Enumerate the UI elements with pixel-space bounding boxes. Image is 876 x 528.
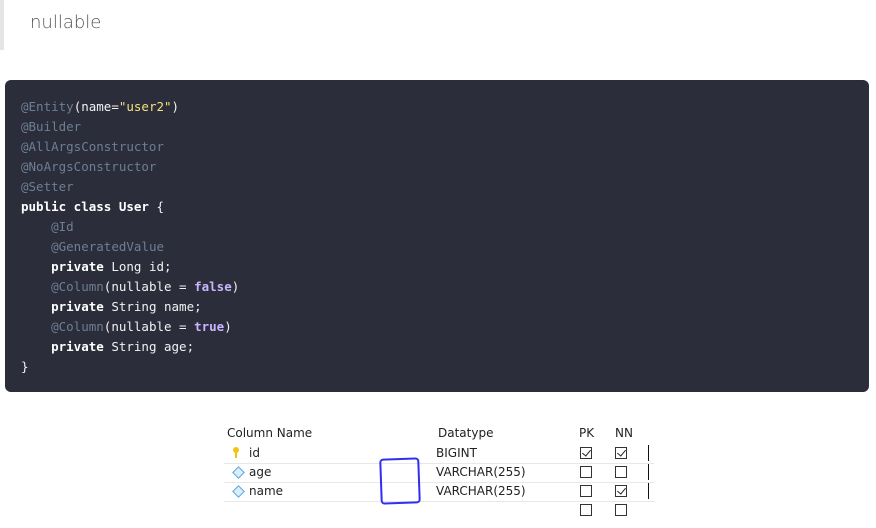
code-token: @NoArgsConstructor [21,159,157,174]
code-line: @GeneratedValue [21,239,164,254]
code-line: @Setter [21,179,74,194]
code-line: @Builder [21,119,81,134]
code-block: @Entity(name="user2") @Builder @AllArgsC… [5,80,869,392]
code-token: true [194,319,225,334]
key-icon [233,447,239,458]
code-content: @Entity(name="user2") @Builder @AllArgsC… [21,97,239,377]
diamond-icon [232,466,245,479]
code-token: @Builder [21,119,82,134]
nn-highlight-annotation [379,457,421,505]
code-token: (nullable = [103,279,195,294]
code-token: private [51,259,104,274]
code-line: private String name; [21,299,202,314]
column-divider [648,483,649,499]
code-token: @Id [51,219,74,234]
nn-checkbox[interactable] [615,504,627,516]
table-row[interactable]: name VARCHAR(255) [224,482,654,501]
code-token: @Entity [21,99,74,114]
nn-checkbox[interactable] [615,447,627,459]
code-token: @Column [51,279,104,294]
pk-checkbox[interactable] [580,504,592,516]
pk-checkbox[interactable] [580,447,592,459]
code-token: { [148,199,165,214]
nn-checkbox[interactable] [615,466,627,478]
table-row[interactable] [224,501,654,520]
column-name-cell: id [249,446,260,460]
code-token: ) [224,319,232,334]
datatype-cell: VARCHAR(255) [436,465,526,479]
pk-checkbox[interactable] [580,485,592,497]
code-token: @AllArgsConstructor [21,139,164,154]
code-token: } [21,359,29,374]
code-token: private [51,299,104,314]
table-row[interactable]: age VARCHAR(255) [224,463,654,482]
code-token: public class [21,199,112,214]
code-line: @Entity(name="user2") [21,99,179,114]
code-token: String age; [103,339,195,354]
column-name-cell: name [249,484,284,498]
pk-checkbox[interactable] [580,466,592,478]
code-line: public class User { [21,199,164,214]
code-line: @Column(nullable = false) [21,279,239,294]
table-header-row: Column Name Datatype PK NN [224,424,654,443]
code-token: User [118,199,149,214]
code-line: } [21,359,29,374]
code-token: String name; [103,299,202,314]
header-nn: NN [615,426,633,440]
code-line: private String age; [21,339,194,354]
code-line: private Long id; [21,259,172,274]
column-name-cell: age [249,465,272,479]
code-line: @Column(nullable = true) [21,319,232,334]
blockquote: nullable [0,0,876,50]
code-line: @NoArgsConstructor [21,159,156,174]
datatype-cell: BIGINT [436,446,477,460]
code-token: private [51,339,104,354]
header-column-name: Column Name [227,426,313,440]
header-datatype: Datatype [438,426,494,440]
db-column-table: Column Name Datatype PK NN id BIGINT age VA… [224,424,656,524]
code-token: (name= [73,99,119,114]
code-token: ) [171,99,180,114]
code-token: Long id; [103,259,172,274]
column-divider [648,445,649,461]
code-token: @Column [51,319,104,334]
diamond-icon [232,485,245,498]
code-token: @Setter [21,179,74,194]
code-token: ) [231,279,240,294]
code-token: "user2" [118,99,172,114]
code-token: false [194,279,232,294]
code-line: @AllArgsConstructor [21,139,164,154]
table-row[interactable]: id BIGINT [224,444,654,463]
datatype-cell: VARCHAR(255) [436,484,526,498]
header-pk: PK [579,426,595,440]
code-line: @Id [21,219,74,234]
quote-text: nullable [30,12,102,33]
column-divider [648,464,649,480]
code-token: (nullable = [103,319,195,334]
code-token: @GeneratedValue [51,239,164,254]
nn-checkbox[interactable] [615,485,627,497]
